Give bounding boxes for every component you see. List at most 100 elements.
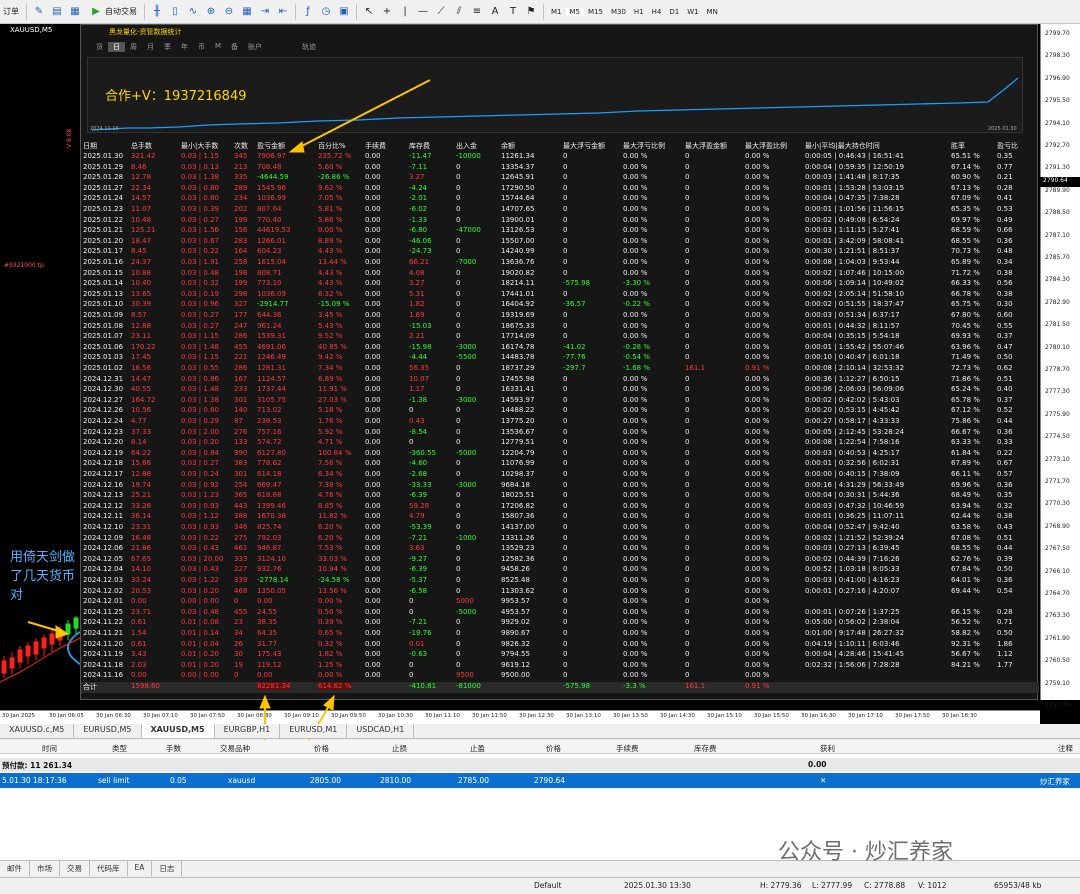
- stats-cell: 213: [234, 162, 248, 171]
- time-axis[interactable]: 30 Jan 2025 30 Jan 06:05 30 Jan 06:30 30 Ja…: [0, 710, 1040, 724]
- chart-window[interactable]: XAUUSD,M5 V 8.08 #9321000 tp 用倚天剑做了几天货币对…: [0, 24, 1080, 814]
- stats-cell: 0.00: [365, 162, 381, 171]
- timeframe-h4[interactable]: H4: [648, 8, 666, 16]
- stats-cell: 708.48: [257, 162, 282, 171]
- stats-tab[interactable]: M: [210, 42, 226, 52]
- stats-row: 2025.01.09 8.57 0.03 | 0.27 177 644.36 3.45 %…: [81, 311, 1039, 322]
- stats-cell: 0: [563, 215, 568, 224]
- folder-icon[interactable]: ▤: [50, 5, 64, 19]
- candle-chart-icon[interactable]: ▯: [168, 5, 182, 19]
- price-tick: 2788.50: [1045, 209, 1070, 217]
- templates-icon[interactable]: ▣: [337, 5, 351, 19]
- stats-cell: 2025.01.07: [83, 332, 124, 341]
- timeframe-h1[interactable]: H1: [630, 8, 648, 16]
- periods-icon[interactable]: ◷: [319, 5, 333, 19]
- vertical-line-icon[interactable]: |: [398, 5, 412, 19]
- channel-icon[interactable]: ⫽: [452, 5, 466, 19]
- stats-cell: -7.21: [409, 533, 428, 542]
- stats-cell: 0: [563, 311, 568, 319]
- timeframe-mn[interactable]: MN: [703, 8, 722, 16]
- price-tick: 2785.70: [1045, 254, 1070, 261]
- stats-header: 日期 总手数 最小|大手数 次数 盈亏金额 百分比% 手续费 库存费 出入金 余额 最大浮亏金额 最大…: [81, 141, 1039, 152]
- crosshair-icon[interactable]: +: [380, 5, 394, 19]
- auto-trade-button[interactable]: ▶ 自动交易: [84, 3, 141, 21]
- grid-icon[interactable]: ▦: [240, 5, 254, 19]
- stats-tab[interactable]: 账户: [243, 42, 267, 52]
- trendline-icon[interactable]: ⟋: [434, 5, 448, 19]
- bar-chart-icon[interactable]: ╫: [150, 5, 164, 19]
- price-axis[interactable]: 2799.70 2798.30 2796.90 2795.50 2794.10 2792.…: [1040, 24, 1080, 709]
- stats-cell: -6.39: [409, 491, 428, 500]
- fibo-icon[interactable]: ≡: [470, 5, 484, 19]
- indicators-icon[interactable]: ƒ: [301, 5, 315, 19]
- stats-row: 2025.01.14 10.40 0.03 | 0.32 199 773.10 4.43 …: [81, 279, 1039, 290]
- stats-cell: 0.03 | 2.00: [181, 427, 219, 436]
- stats-cell: 0.03 | 0.24: [181, 470, 219, 478]
- stats-tab[interactable]: 币: [193, 42, 210, 52]
- stats-tab[interactable]: 季: [159, 42, 176, 52]
- stats-cell: -7.21: [409, 618, 428, 627]
- stats-tab[interactable]: 年: [176, 42, 193, 52]
- timeframe-w1[interactable]: W1: [683, 8, 702, 16]
- stats-tab[interactable]: 货: [91, 42, 108, 52]
- chart-shift-icon[interactable]: ⇤: [276, 5, 290, 19]
- close-order-icon[interactable]: ✕: [820, 776, 826, 785]
- stats-cell: 0.00: [365, 480, 381, 489]
- arrow-tool-icon[interactable]: ⚑: [524, 5, 538, 19]
- terminal-tab[interactable]: 市场: [30, 861, 60, 876]
- stats-cell: 0: [563, 597, 568, 606]
- stats-tab[interactable]: 轨迹: [297, 42, 321, 52]
- terminal-tab[interactable]: EA: [128, 861, 153, 876]
- orders-menu[interactable]: 订单: [0, 3, 23, 21]
- stats-tab[interactable]: 日: [108, 42, 125, 52]
- timeframe-m30[interactable]: M30: [607, 8, 630, 16]
- terminal-tab[interactable]: 邮件: [0, 861, 30, 876]
- symbol-tab[interactable]: EURUSD,M5: [74, 724, 142, 738]
- stats-cell: 63.58 %: [951, 523, 980, 531]
- zoom-out-icon[interactable]: ⊖: [222, 5, 236, 19]
- horizontal-line-icon[interactable]: —: [416, 5, 430, 19]
- stats-cell: 17441.01: [501, 289, 535, 298]
- timeframe-m15[interactable]: M15: [584, 8, 607, 16]
- terminal-tab[interactable]: 代码库: [90, 861, 128, 876]
- symbol-tab[interactable]: USDCAD,H1: [347, 724, 415, 738]
- stats-tab[interactable]: 备: [226, 42, 243, 52]
- stats-cell: 0: [685, 152, 690, 160]
- stats-cell: 27.03 %: [318, 395, 347, 404]
- stats-cell: 0: [456, 268, 461, 277]
- stats-cell: 0.00 %: [745, 554, 770, 563]
- stats-cell: 0: [563, 247, 568, 256]
- timeframe-m5[interactable]: M5: [565, 7, 584, 16]
- stats-row: 2025.01.21 125.21 0.03 | 1.56 156 44619.53 0.…: [81, 226, 1039, 237]
- stats-cell: 盈亏金额: [257, 142, 285, 150]
- timeframe-m1[interactable]: M1: [547, 8, 566, 16]
- status-traffic: 65953/48 kb: [994, 881, 1042, 890]
- stats-panel: 黑龙量化-资管数据统计 货日周月季年币 M 备账户 轨迹 2024.11.16 202…: [80, 24, 1039, 700]
- stats-cell: 0.00 %: [623, 671, 648, 680]
- stats-cell: 0: [456, 374, 461, 383]
- symbol-tab[interactable]: EURUSD,M1: [280, 724, 348, 738]
- cursor-icon[interactable]: ↖: [362, 5, 376, 19]
- autoscroll-icon[interactable]: ⇥: [258, 5, 272, 19]
- symbol-tab[interactable]: EURGBP,H1: [215, 724, 281, 738]
- text-tool-icon[interactable]: A: [488, 5, 502, 19]
- line-chart-icon[interactable]: ∿: [186, 5, 200, 19]
- new-order-icon[interactable]: ✎: [32, 5, 46, 19]
- price-tick: 2773.10: [1045, 455, 1070, 463]
- stats-tab[interactable]: 月: [142, 42, 159, 52]
- symbol-tab[interactable]: XAUUSD,M5: [141, 724, 215, 738]
- label-tool-icon[interactable]: T: [506, 5, 520, 19]
- stats-cell: 0: [456, 544, 461, 553]
- terminal-tab[interactable]: 日志: [152, 861, 183, 876]
- stats-cell: 0: [456, 321, 461, 330]
- order-row[interactable]: ✕ 5.01.30 18:17:36 sell limit 0.05 xauusd 28…: [0, 773, 1080, 788]
- terminal-tab[interactable]: 交易: [60, 861, 90, 876]
- stats-row: 2024.12.05 67.65 0.03 | 20.00 333 3124.10 33.…: [81, 555, 1039, 566]
- symbol-tab[interactable]: XAUUSD.c,M5: [0, 724, 75, 738]
- zoom-in-icon[interactable]: ⊕: [204, 5, 218, 19]
- total-max-float-loss-pct: -3.3 %: [623, 682, 646, 690]
- stats-tab[interactable]: 周: [125, 42, 142, 52]
- stats-cell: 1.54: [131, 629, 147, 637]
- timeframe-d1[interactable]: D1: [665, 8, 683, 16]
- chart-icon[interactable]: ▦: [68, 5, 82, 19]
